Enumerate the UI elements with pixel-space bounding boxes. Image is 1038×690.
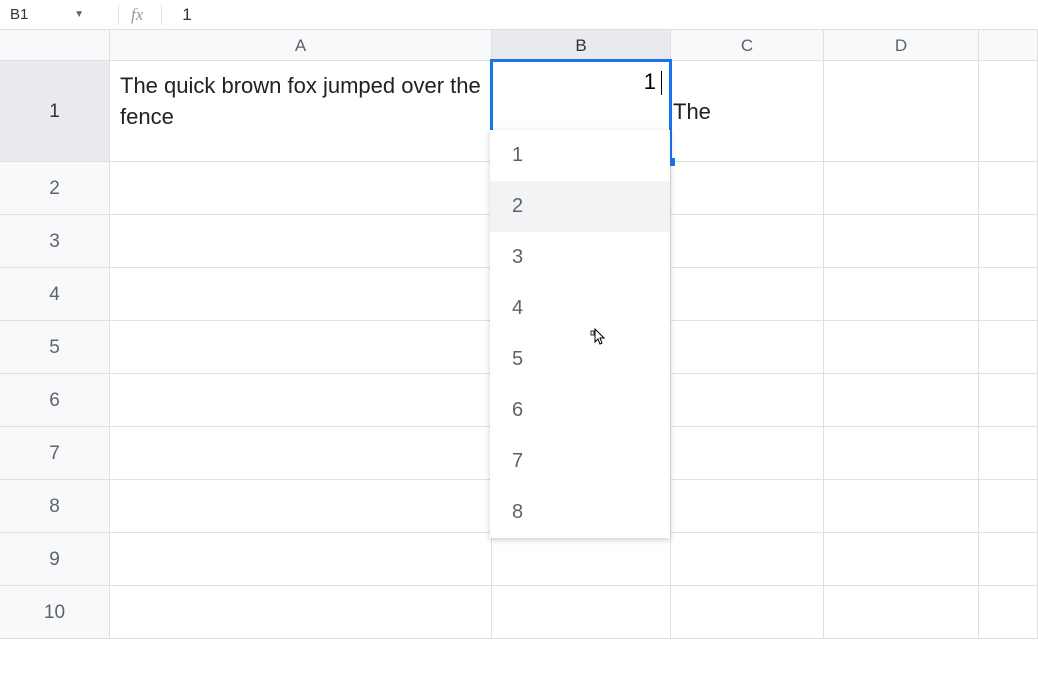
cell-a10[interactable]: [110, 586, 492, 638]
column-header-b[interactable]: B: [492, 30, 671, 60]
row-10: 10: [0, 586, 1038, 639]
cell-e6[interactable]: [979, 374, 1038, 426]
cell-d10[interactable]: [824, 586, 979, 638]
suggestion-item[interactable]: 8: [490, 487, 670, 538]
cell-d3[interactable]: [824, 215, 979, 267]
cell-c9[interactable]: [671, 533, 824, 585]
cell-e4[interactable]: [979, 268, 1038, 320]
row-header-8[interactable]: 8: [0, 480, 110, 532]
cell-a6[interactable]: [110, 374, 492, 426]
cell-a2[interactable]: [110, 162, 492, 214]
name-box-dropdown-icon[interactable]: ▼: [74, 9, 92, 20]
row-header-9[interactable]: 9: [0, 533, 110, 585]
cell-a9[interactable]: [110, 533, 492, 585]
cell-b1-value: 1: [644, 69, 656, 95]
column-headers: A B C D: [0, 30, 1038, 61]
cell-d6[interactable]: [824, 374, 979, 426]
formula-bar: B1 ▼ fx 1: [0, 0, 1038, 30]
row-header-5[interactable]: 5: [0, 321, 110, 373]
formula-input[interactable]: 1: [182, 5, 1038, 25]
cell-c5[interactable]: [671, 321, 824, 373]
cell-e2[interactable]: [979, 162, 1038, 214]
row-header-7[interactable]: 7: [0, 427, 110, 479]
suggestion-item[interactable]: 5: [490, 334, 670, 385]
suggestion-item[interactable]: 6: [490, 385, 670, 436]
cell-e3[interactable]: [979, 215, 1038, 267]
cell-e1[interactable]: [979, 61, 1038, 161]
cell-a8[interactable]: [110, 480, 492, 532]
cell-a7[interactable]: [110, 427, 492, 479]
cell-d2[interactable]: [824, 162, 979, 214]
row-header-10[interactable]: 10: [0, 586, 110, 638]
select-all-corner[interactable]: [0, 30, 110, 60]
cell-c8[interactable]: [671, 480, 824, 532]
cell-d4[interactable]: [824, 268, 979, 320]
divider: [161, 5, 162, 25]
cell-c7[interactable]: [671, 427, 824, 479]
cell-c1-overflow-text: The: [673, 99, 711, 125]
cell-b9[interactable]: [492, 533, 671, 585]
row-header-4[interactable]: 4: [0, 268, 110, 320]
divider: [118, 5, 119, 25]
row-header-1[interactable]: 1: [0, 61, 110, 161]
cell-e9[interactable]: [979, 533, 1038, 585]
row-9: 9: [0, 533, 1038, 586]
cell-c3[interactable]: [671, 215, 824, 267]
cell-c2[interactable]: [671, 162, 824, 214]
cell-c4[interactable]: [671, 268, 824, 320]
name-box-value: B1: [10, 6, 28, 23]
cell-d1[interactable]: [824, 61, 979, 161]
cell-a1[interactable]: The quick brown fox jumped over the fenc…: [110, 61, 492, 161]
cell-a5[interactable]: [110, 321, 492, 373]
suggestion-item[interactable]: 4: [490, 283, 670, 334]
cell-e10[interactable]: [979, 586, 1038, 638]
text-cursor: [661, 71, 662, 95]
cell-d7[interactable]: [824, 427, 979, 479]
cell-e8[interactable]: [979, 480, 1038, 532]
fx-icon: fx: [131, 5, 143, 25]
suggestion-item[interactable]: 1: [490, 130, 670, 181]
cell-d9[interactable]: [824, 533, 979, 585]
column-header-e[interactable]: [979, 30, 1038, 60]
row-header-2[interactable]: 2: [0, 162, 110, 214]
cell-d5[interactable]: [824, 321, 979, 373]
suggestion-item[interactable]: 3: [490, 232, 670, 283]
autocomplete-dropdown: 1 2 3 4 5 6 7 8: [490, 130, 670, 538]
column-header-c[interactable]: C: [671, 30, 824, 60]
column-header-a[interactable]: A: [110, 30, 492, 60]
suggestion-item[interactable]: 7: [490, 436, 670, 487]
spreadsheet: A B C D 1 The quick brown fox jumped ove…: [0, 30, 1038, 639]
cell-a3[interactable]: [110, 215, 492, 267]
name-box[interactable]: B1 ▼: [0, 6, 110, 23]
cell-e7[interactable]: [979, 427, 1038, 479]
cell-e5[interactable]: [979, 321, 1038, 373]
cell-c6[interactable]: [671, 374, 824, 426]
column-header-d[interactable]: D: [824, 30, 979, 60]
suggestion-item[interactable]: 2: [490, 181, 670, 232]
cell-b10[interactable]: [492, 586, 671, 638]
cell-c10[interactable]: [671, 586, 824, 638]
cell-d8[interactable]: [824, 480, 979, 532]
row-header-3[interactable]: 3: [0, 215, 110, 267]
row-header-6[interactable]: 6: [0, 374, 110, 426]
cell-a4[interactable]: [110, 268, 492, 320]
